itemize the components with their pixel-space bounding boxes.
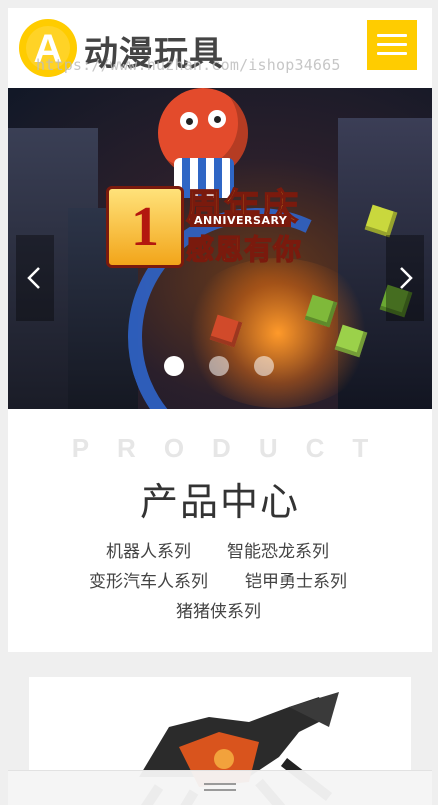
watermark-url: https://www.huzhan.com/ishop34665 <box>36 56 341 74</box>
category-pig-hero[interactable]: 猪猪侠系列 <box>176 597 261 622</box>
product-title: 产品中心 <box>139 480 300 524</box>
anniversary-badge: 1 周年庆 ANNIVERSARY 感恩有你 <box>106 178 356 268</box>
next-slide-button[interactable] <box>386 235 424 321</box>
page: A 动漫玩具 https://www.huzhan.com/ishop34665… <box>8 8 432 805</box>
slide-dot-3[interactable] <box>254 356 274 376</box>
category-dinosaur[interactable]: 智能恐龙系列 <box>227 537 329 562</box>
banner-slider[interactable]: 1 周年庆 ANNIVERSARY 感恩有你 <box>8 88 432 409</box>
product-english-title: PRODUCT <box>71 433 397 463</box>
slide-indicators <box>164 356 284 376</box>
category-robot[interactable]: 机器人系列 <box>106 537 191 562</box>
banner-subline: 感恩有你 <box>185 232 303 266</box>
bottom-drawer-bar <box>8 770 432 805</box>
site-header: A 动漫玩具 https://www.huzhan.com/ishop34665 <box>8 8 432 88</box>
prev-slide-button[interactable] <box>16 235 54 321</box>
banner-english: ANNIVERSARY <box>190 214 292 227</box>
category-armor-hero[interactable]: 铠甲勇士系列 <box>245 567 347 592</box>
slide-dot-1[interactable] <box>164 356 184 376</box>
chevron-left-icon <box>27 267 40 289</box>
chevron-right-icon <box>400 267 413 289</box>
hamburger-menu-icon <box>377 34 407 37</box>
drag-handle-icon[interactable] <box>204 783 236 791</box>
menu-button[interactable] <box>367 20 417 70</box>
category-transformer[interactable]: 变形汽车人系列 <box>89 567 208 592</box>
slide-dot-2[interactable] <box>209 356 229 376</box>
product-section: PRODUCT 产品中心 机器人系列 智能恐龙系列 变形汽车人系列 铠甲勇士系列… <box>8 409 432 652</box>
calendar-icon: 1 <box>106 186 184 268</box>
